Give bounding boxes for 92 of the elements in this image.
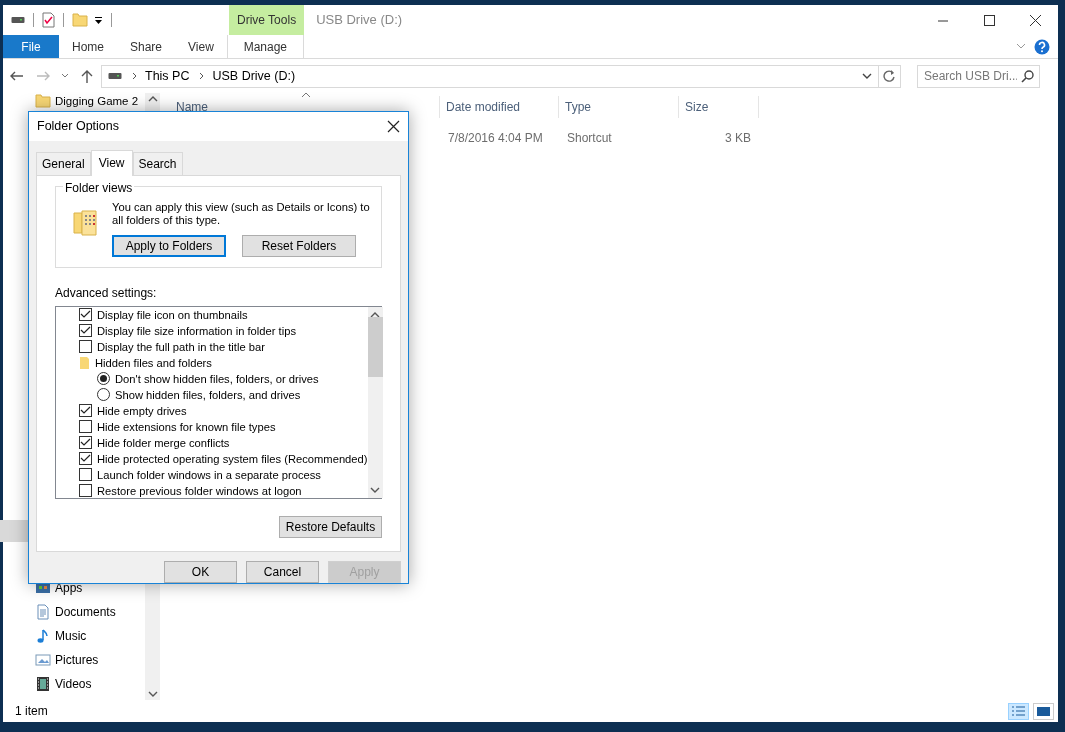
setting-label: Don't show hidden files, folders, or drives <box>115 371 319 387</box>
button[interactable]: Reset Folders <box>242 234 356 257</box>
music-note-icon <box>35 628 51 644</box>
sort-caret-icon <box>301 92 311 98</box>
setting-label: Restore previous folder windows at logon <box>97 483 302 499</box>
setting-label: Hide extensions for known file types <box>97 419 276 435</box>
checkbox[interactable] <box>79 452 92 466</box>
setting-label: Hidden files and folders <box>95 355 212 371</box>
column-header[interactable]: Date modified <box>440 96 559 118</box>
checkbox[interactable] <box>79 404 92 418</box>
picture-icon <box>35 652 51 668</box>
back-arrow-icon[interactable] <box>9 70 24 82</box>
help-icon[interactable] <box>1034 38 1050 55</box>
window-title: USB Drive (D:) <box>316 11 403 30</box>
nav-item[interactable]: Music <box>3 624 145 648</box>
recent-locations-icon[interactable] <box>61 73 69 79</box>
scrollbar[interactable] <box>367 306 383 498</box>
button[interactable]: Restore Defaults <box>279 515 382 538</box>
setting-label: Hide folder merge conflicts <box>97 435 230 451</box>
section-label: Advanced settings: <box>55 284 158 302</box>
drive-icon[interactable] <box>11 14 25 26</box>
search-icon[interactable] <box>1021 69 1034 83</box>
dropdown-icon[interactable] <box>94 15 103 25</box>
nav-item-label: Digging Game 2 <box>55 94 139 109</box>
checkbox[interactable] <box>79 420 92 434</box>
maximize-icon[interactable] <box>983 14 995 26</box>
ribbon-tab[interactable]: Share <box>117 35 176 58</box>
tab[interactable]: View <box>90 149 133 176</box>
ribbon-tab[interactable]: Manage <box>226 35 304 58</box>
nav-item[interactable]: Digging Game 2 <box>3 93 145 111</box>
folder-icon <box>35 93 51 109</box>
checkbox[interactable] <box>79 436 92 450</box>
setting-label: Display file size information in folder tips <box>97 323 296 339</box>
breadcrumb[interactable]: USB Drive (D:) <box>212 66 296 86</box>
chevron-icon[interactable] <box>199 72 205 80</box>
checkbox[interactable] <box>79 308 92 322</box>
scroll-up-icon[interactable] <box>147 96 158 102</box>
large-icons-view-icon[interactable] <box>1033 702 1054 720</box>
setting-label: Display file icon on thumbnails <box>97 307 248 323</box>
button[interactable]: Apply to Folders <box>112 234 226 257</box>
tab[interactable]: General <box>36 151 91 175</box>
address-bar[interactable]: This PC USB Drive (D:) <box>101 64 901 88</box>
folder-icon <box>79 355 90 370</box>
ribbon-tab[interactable]: File <box>3 35 59 58</box>
nav-item[interactable]: Documents <box>3 600 145 624</box>
table-cell-text: 7/8/2016 4:04 PM <box>447 130 544 147</box>
setting-label: Hide empty drives <box>97 403 187 419</box>
table-cell-text: Shortcut <box>566 130 613 147</box>
close-icon[interactable] <box>1029 14 1041 26</box>
ribbon-tab[interactable]: Home <box>59 35 117 58</box>
up-arrow-icon[interactable] <box>81 68 93 84</box>
column-header[interactable]: Type <box>559 96 679 118</box>
table-cell-text: 3 KB <box>724 130 752 147</box>
search-field[interactable]: Search USB Dri... <box>917 64 1040 88</box>
document-icon <box>35 604 51 620</box>
checkbox[interactable] <box>79 324 92 338</box>
film-icon <box>35 676 51 692</box>
dropdown-icon[interactable] <box>862 72 872 80</box>
dialog-title: Folder Options <box>37 118 119 136</box>
status-text: 1 item <box>15 703 48 720</box>
folder-grid-icon <box>72 208 98 239</box>
close-icon[interactable] <box>387 119 400 133</box>
ribbon-tab[interactable]: View <box>175 35 227 58</box>
column-header[interactable]: Size <box>679 96 759 118</box>
properties-icon[interactable] <box>42 12 55 28</box>
checkbox[interactable] <box>79 340 92 354</box>
nav-item[interactable]: Pictures <box>3 648 145 672</box>
scrollbar-thumb[interactable] <box>367 317 383 378</box>
scroll-down-icon[interactable] <box>370 486 380 493</box>
button[interactable]: OK <box>164 561 237 583</box>
expand-ribbon-icon[interactable] <box>1016 43 1026 50</box>
nav-item[interactable]: Videos <box>3 672 145 696</box>
breadcrumb[interactable]: This PC <box>145 66 190 86</box>
chevron-icon[interactable] <box>132 72 137 80</box>
nav-item-label: Videos <box>55 676 92 693</box>
tab[interactable]: Search <box>132 151 183 175</box>
setting-label: Display the full path in the title bar <box>97 339 265 355</box>
ribbon-context-tab[interactable]: Drive Tools <box>229 5 305 35</box>
nav-item-label: Music <box>55 628 87 645</box>
nav-item[interactable]: Apps <box>3 576 145 600</box>
nav-item-label: Apps <box>55 580 83 597</box>
description-text: You can apply this view (such as Details or Icons) to all folders of this type. <box>112 200 371 227</box>
button[interactable]: Cancel <box>246 561 319 583</box>
drive-icon <box>108 70 122 82</box>
setting-label: Show hidden files, folders, and drives <box>115 387 301 403</box>
setting-label: Launch folder windows in a separate process <box>97 467 321 483</box>
nav-item-label: Pictures <box>55 652 99 669</box>
checkbox[interactable] <box>79 484 92 498</box>
scroll-down-icon[interactable] <box>147 691 158 697</box>
setting-label: Hide protected operating system files (Recommended) <box>97 451 368 467</box>
checkbox[interactable] <box>79 468 92 482</box>
nav-item-label: Documents <box>55 604 116 621</box>
